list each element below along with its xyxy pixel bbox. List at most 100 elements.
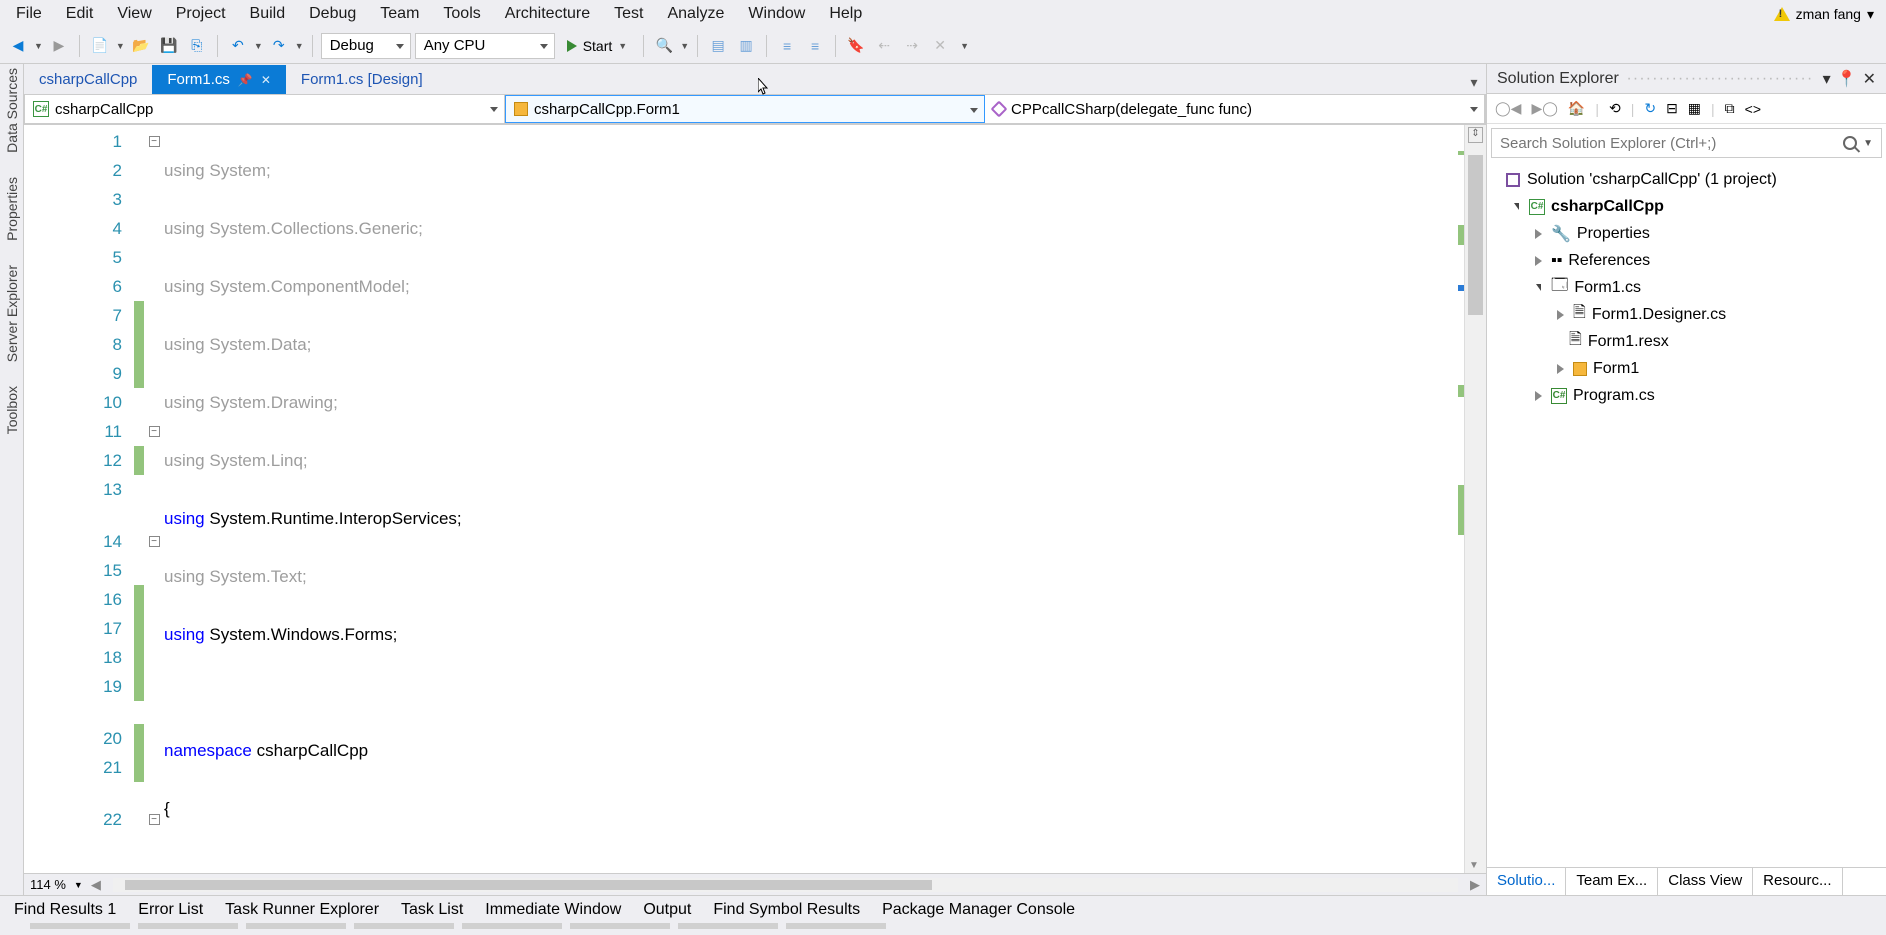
expand-toggle[interactable] [1553,308,1567,322]
menu-help[interactable]: Help [817,1,874,27]
chevron-down-icon[interactable]: ▼ [74,880,83,890]
side-tab-toolbox[interactable]: Toolbox [4,386,20,434]
panel-tab-team[interactable]: Team Ex... [1566,868,1658,895]
tree-program-cs[interactable]: C# Program.cs [1487,382,1886,409]
nav-class-dropdown[interactable]: csharpCallCpp.Form1 [505,95,985,123]
scrollbar-thumb[interactable] [1468,155,1483,315]
redo-button[interactable]: ↷ [267,34,291,58]
solution-tree[interactable]: Solution 'csharpCallCpp' (1 project) C# … [1487,162,1886,867]
pin-icon[interactable]: 📌 [238,73,253,87]
chevron-down-icon[interactable]: ▼ [295,41,304,51]
nav-back-button[interactable]: ◀ [6,34,30,58]
tree-project[interactable]: C# csharpCallCpp [1487,193,1886,220]
pin-icon[interactable]: 📍 [1837,69,1857,89]
show-all-icon[interactable]: ▦ [1688,100,1701,117]
close-icon[interactable]: ✕ [261,73,271,87]
close-icon[interactable]: ✕ [1863,69,1876,89]
expand-toggle[interactable] [1531,254,1545,268]
new-project-button[interactable]: 📄 [88,34,112,58]
tab-error-list[interactable]: Error List [128,897,213,923]
tree-form1-designer[interactable]: 🗎 Form1.Designer.cs [1487,301,1886,328]
tab-package-manager[interactable]: Package Manager Console [872,897,1085,923]
expand-toggle[interactable] [1531,281,1545,295]
menu-edit[interactable]: Edit [54,1,106,27]
panel-tab-class-view[interactable]: Class View [1658,868,1753,895]
platform-dropdown[interactable]: Any CPU [415,33,555,59]
tab-form1-cs[interactable]: Form1.cs 📌 ✕ [152,65,286,94]
code-editor[interactable]: 12345678910111213141516171819202122 − − … [24,124,1486,873]
sync-icon[interactable]: ⟲ [1609,100,1621,117]
scroll-down-icon[interactable]: ▼ [1469,860,1479,871]
menu-view[interactable]: View [105,1,163,27]
fold-toggle[interactable]: − [149,814,160,825]
decrease-indent-button[interactable]: ≡ [775,34,799,58]
undo-button[interactable]: ↶ [226,34,250,58]
panel-tab-solution[interactable]: Solutio... [1487,868,1566,895]
menu-file[interactable]: File [4,1,54,27]
open-file-button[interactable]: 📂 [129,34,153,58]
comment-button[interactable]: ▤ [706,34,730,58]
scrollbar-thumb[interactable] [125,880,932,890]
side-tab-properties[interactable]: Properties [4,177,20,241]
menu-debug[interactable]: Debug [297,1,368,27]
start-debug-button[interactable]: Start ▼ [559,33,636,59]
menu-analyze[interactable]: Analyze [655,1,736,27]
menu-tools[interactable]: Tools [431,1,492,27]
chevron-down-icon[interactable]: ▼ [680,41,689,51]
fold-toggle[interactable]: − [149,536,160,547]
tab-task-runner[interactable]: Task Runner Explorer [215,897,389,923]
tree-form1-class[interactable]: Form1 [1487,355,1886,382]
tree-references[interactable]: ▪▪ References [1487,247,1886,274]
panel-tab-resource[interactable]: Resourc... [1753,868,1842,895]
menu-architecture[interactable]: Architecture [493,1,602,27]
menu-build[interactable]: Build [238,1,298,27]
expand-toggle[interactable] [1531,227,1545,241]
scroll-left-icon[interactable]: ◀ [91,877,101,893]
tree-properties[interactable]: 🔧 Properties [1487,220,1886,247]
zoom-level[interactable]: 114 % [30,877,66,892]
save-button[interactable]: 💾 [157,34,181,58]
tree-solution-root[interactable]: Solution 'csharpCallCpp' (1 project) [1487,166,1886,193]
save-all-button[interactable]: ⎘ [185,34,209,58]
refresh-icon[interactable]: ↻ [1644,100,1656,117]
collapse-icon[interactable]: ⊟ [1666,100,1678,117]
chevron-down-icon[interactable]: ▼ [254,41,263,51]
home-icon[interactable]: 🏠 [1568,100,1585,117]
properties-icon[interactable]: ⧉ [1725,100,1735,117]
uncomment-button[interactable]: ▥ [734,34,758,58]
split-handle[interactable]: ⇕ [1468,127,1483,143]
tab-find-results[interactable]: Find Results 1 [4,897,126,923]
tree-form1-cs[interactable]: 🗔 Form1.cs [1487,274,1886,301]
chevron-down-icon[interactable]: ▼ [116,41,125,51]
scroll-right-icon[interactable]: ▶ [1470,877,1480,893]
menu-team[interactable]: Team [368,1,431,27]
expand-toggle[interactable] [1553,362,1567,376]
user-account[interactable]: zman fang ▾ [1766,6,1882,23]
tab-immediate[interactable]: Immediate Window [475,897,631,923]
solution-search[interactable]: ▼ [1491,128,1882,158]
search-icon[interactable] [1843,136,1857,150]
back-icon[interactable]: ◯◀ [1495,100,1521,117]
tab-project[interactable]: csharpCallCpp [24,65,152,94]
find-button[interactable]: 🔍 [652,34,676,58]
menu-project[interactable]: Project [164,1,238,27]
nav-member-dropdown[interactable]: CPPcallCSharp(delegate_func func) [985,95,1485,123]
tree-form1-resx[interactable]: 🗎 Form1.resx [1487,328,1886,355]
fold-toggle[interactable]: − [149,426,160,437]
solution-search-input[interactable] [1500,135,1843,152]
chevron-down-icon[interactable]: ▼ [34,41,43,51]
nav-scope-dropdown[interactable]: C# csharpCallCpp [25,95,505,123]
tab-task-list[interactable]: Task List [391,897,473,923]
code-view-icon[interactable]: <> [1745,101,1761,117]
menu-test[interactable]: Test [602,1,655,27]
window-position-icon[interactable]: ▾ [1823,69,1831,89]
tab-output[interactable]: Output [633,897,701,923]
increase-indent-button[interactable]: ≡ [803,34,827,58]
bookmark-button[interactable]: 🔖 [844,34,868,58]
tab-find-symbol[interactable]: Find Symbol Results [703,897,870,923]
chevron-down-icon[interactable]: ▼ [960,41,969,51]
side-tab-data-sources[interactable]: Data Sources [4,68,20,153]
fold-toggle[interactable]: − [149,136,160,147]
nav-forward-button[interactable]: ▶ [47,34,71,58]
expand-toggle[interactable] [1531,389,1545,403]
